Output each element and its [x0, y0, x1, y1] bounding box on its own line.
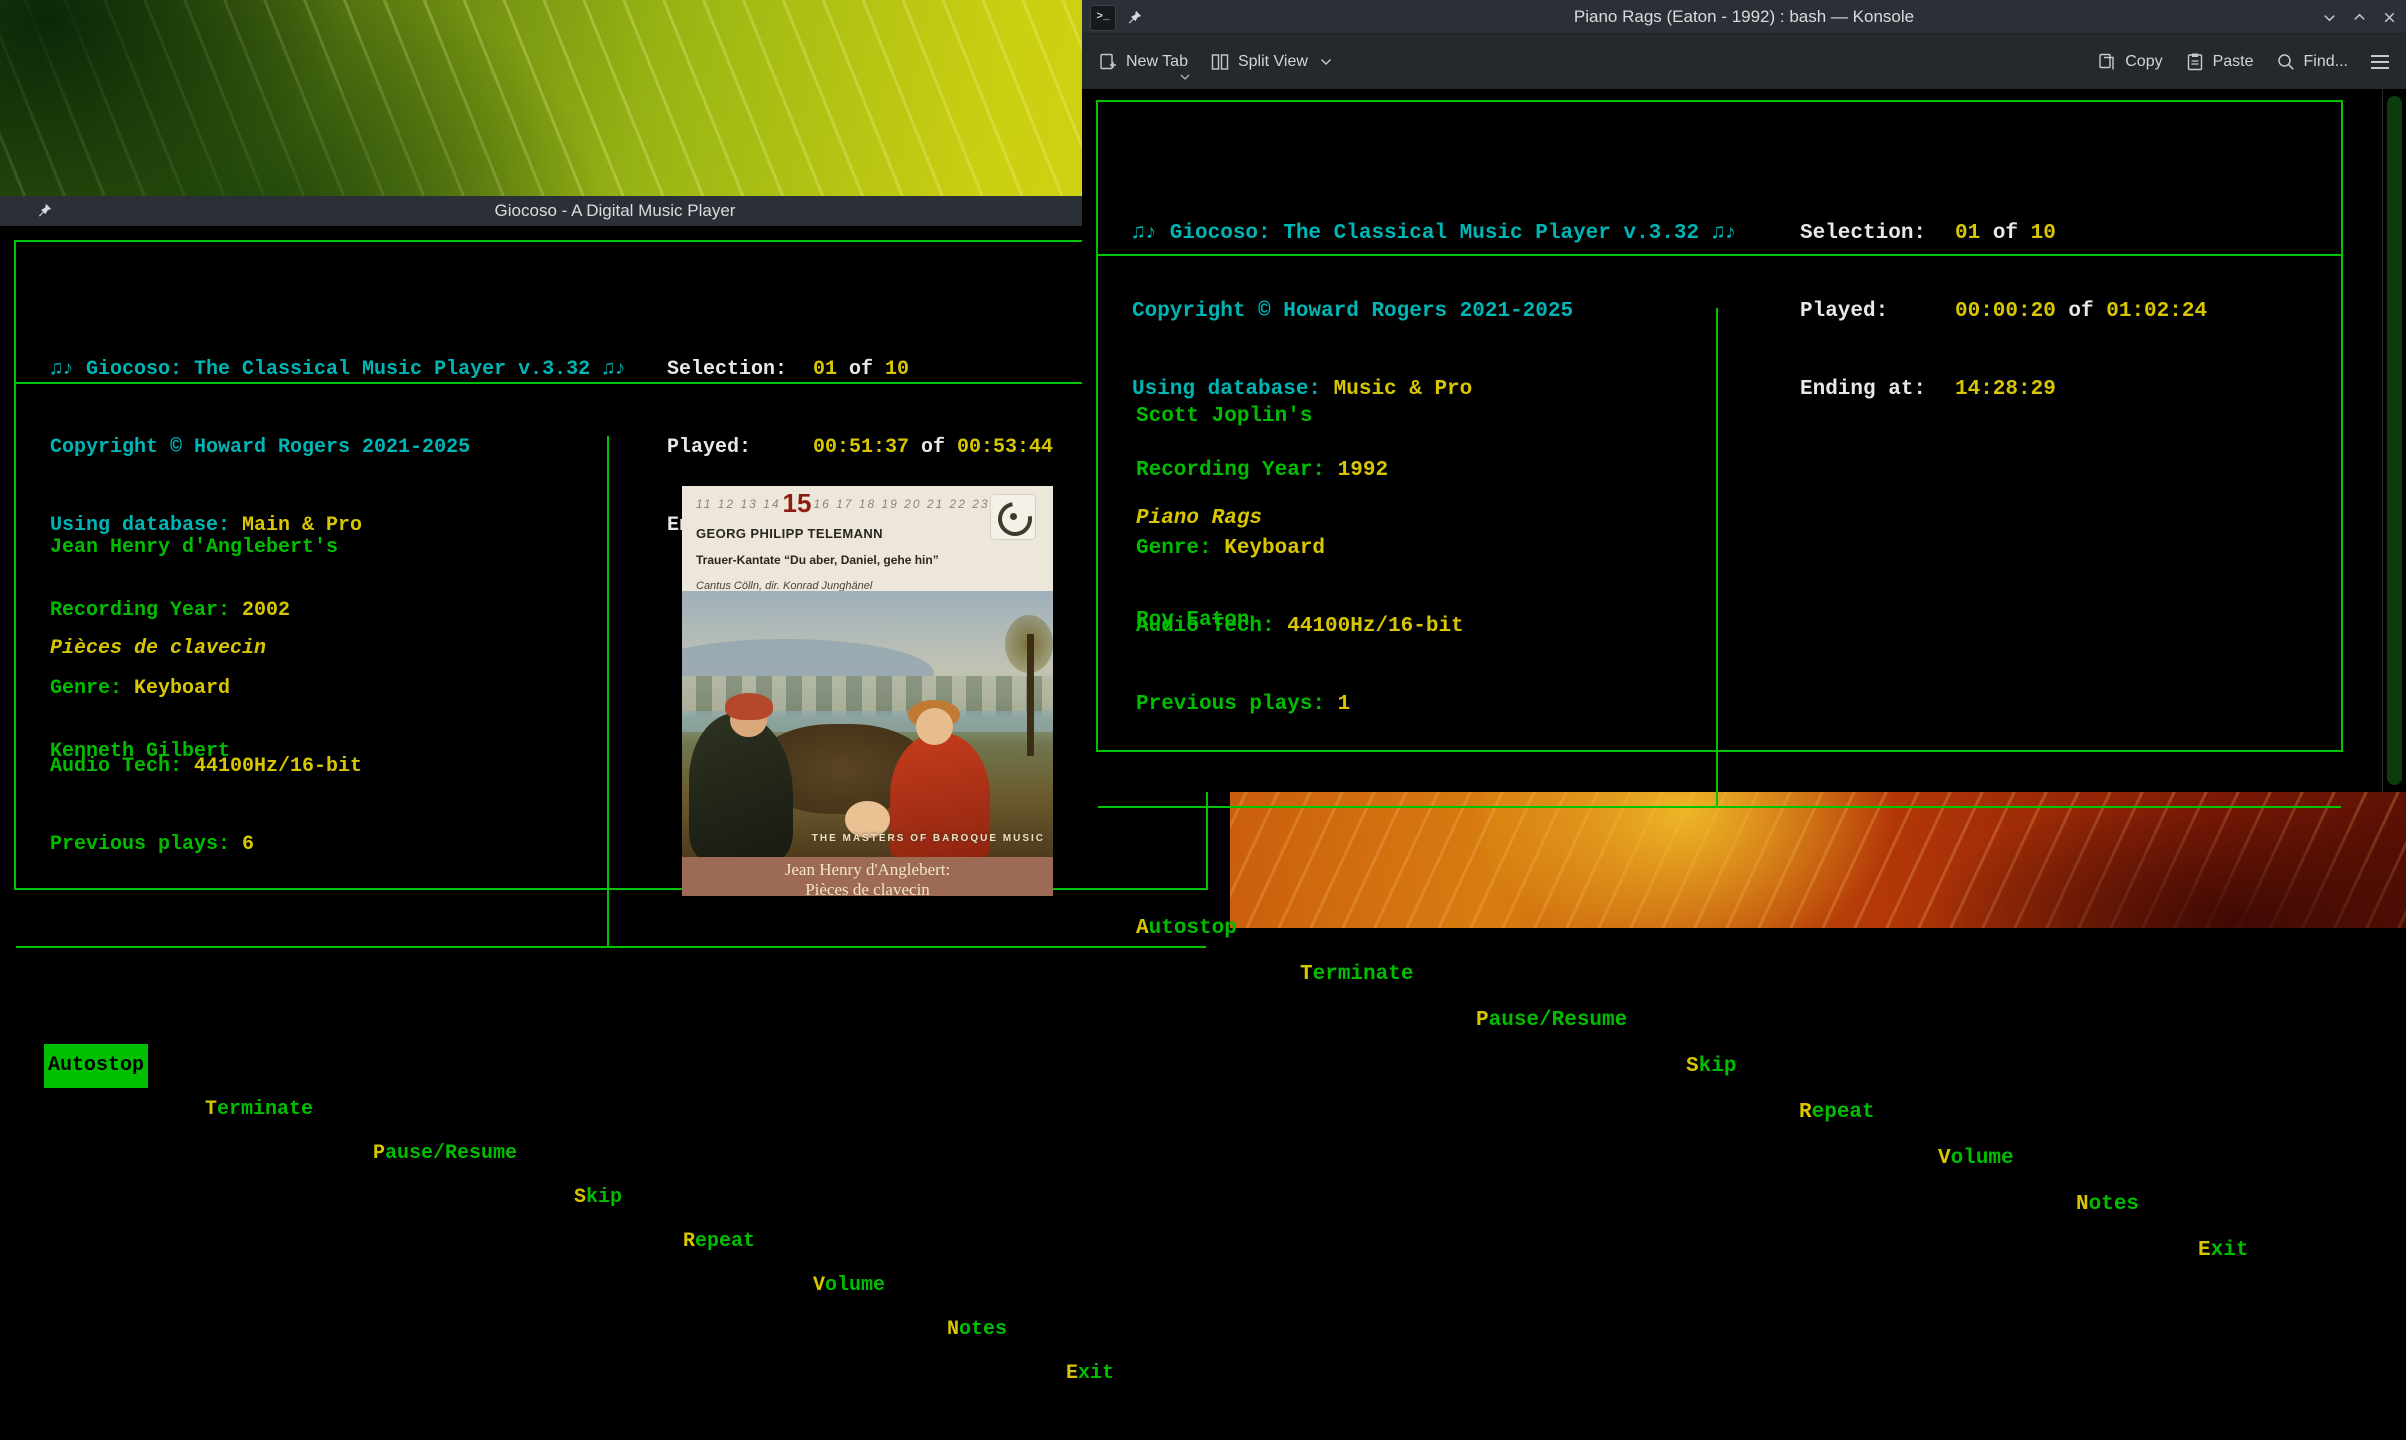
menu-item-terminate[interactable]: Terminate — [1300, 952, 1413, 998]
album-credits: GEORG PHILIPP TELEMANN Trauer-Kantate “D… — [682, 521, 1053, 591]
chevron-down-icon — [1180, 74, 1190, 81]
giocoso-content: Scott Joplin's Piano Rags Roy Eaton Reco… — [1098, 308, 2341, 808]
banner-line: ♫♪ Giocoso: The Classical Music Player v… — [1132, 221, 1737, 247]
giocoso-terminal[interactable]: ♫♪ Giocoso: The Classical Music Player v… — [0, 226, 1230, 928]
banner-line: ♫♪ Giocoso: The Classical Music Player v… — [50, 357, 626, 383]
menu-item-repeat[interactable]: Repeat — [683, 1220, 755, 1264]
giocoso-frame: ♫♪ Giocoso: The Classical Music Player v… — [14, 240, 1208, 890]
menu-item-pause-resume[interactable]: Pause/Resume — [1476, 998, 1627, 1044]
giocoso-header: ♫♪ Giocoso: The Classical Music Player v… — [1098, 154, 2341, 256]
window-title: Giocoso - A Digital Music Player — [0, 201, 1230, 221]
album-art: 11 12 13 141516 17 18 19 20 21 22 23 24 … — [682, 486, 1053, 896]
close-button[interactable] — [2381, 9, 2398, 26]
meta-row: Recording Year: 2002 — [50, 598, 362, 624]
harmonia-mundi-logo — [991, 495, 1035, 539]
menu-item-exit[interactable]: Exit — [1066, 1352, 1114, 1396]
giocoso-menu-bar: Autostop Terminate Pause/Resume Skip Rep… — [16, 1000, 1206, 1044]
menu-item-pause-resume[interactable]: Pause/Resume — [373, 1132, 517, 1176]
meta-row: Audio Tech: 44100Hz/16-bit — [1136, 614, 1464, 640]
konsole-window: >_ Piano Rags (Eaton - 1992) : bash — Ko… — [1082, 0, 2406, 792]
giocoso-titlebar[interactable]: Giocoso - A Digital Music Player — [0, 196, 1230, 226]
meta-row: Genre: Keyboard — [50, 676, 362, 702]
search-icon — [2276, 52, 2296, 72]
menu-item-notes[interactable]: Notes — [2076, 1182, 2139, 1228]
pin-icon[interactable] — [1126, 9, 1143, 26]
meta-row: Genre: Keyboard — [1136, 536, 1464, 562]
menu-item-volume[interactable]: Volume — [1938, 1136, 2014, 1182]
hamburger-icon — [2370, 54, 2390, 70]
new-tab-icon — [1098, 52, 1118, 72]
menu-item-autostop[interactable]: Autostop — [1136, 906, 1237, 952]
chevron-down-icon — [1320, 58, 1332, 66]
maximize-button[interactable] — [2351, 9, 2368, 26]
konsole-app-icon: >_ — [1090, 5, 1116, 31]
scrollbar-track — [2382, 89, 2406, 792]
meta-row: Recording Year: 1992 — [1136, 458, 1464, 484]
menu-item-exit[interactable]: Exit — [2198, 1228, 2248, 1274]
pin-icon[interactable] — [36, 202, 53, 219]
meta-row: Previous plays: 1 — [1136, 692, 1464, 718]
konsole-titlebar[interactable]: >_ Piano Rags (Eaton - 1992) : bash — Ko… — [1082, 0, 2406, 34]
copy-button[interactable]: Copy — [2097, 52, 2162, 72]
konsole-toolbar: New Tab Split View Copy Paste Find... — [1082, 34, 2406, 89]
find-button[interactable]: Find... — [2276, 52, 2348, 72]
minimize-button[interactable] — [2321, 9, 2338, 26]
now-playing-panel: Jean Henry d'Anglebert's Pièces de clave… — [16, 436, 609, 946]
hamburger-menu-button[interactable] — [2370, 54, 2390, 70]
giocoso-frame: ♫♪ Giocoso: The Classical Music Player v… — [1096, 100, 2343, 752]
album-series-text: THE MASTERS OF BAROQUE MUSIC — [812, 826, 1045, 852]
recording-meta: Recording Year: 1992 Genre: Keyboard Aud… — [1136, 406, 1464, 770]
album-art-panel-empty — [1718, 308, 2341, 806]
status-row-selection: Selection:01 of 10 — [667, 357, 1053, 383]
paste-icon — [2185, 52, 2205, 72]
copy-icon — [2097, 52, 2117, 72]
recording-meta: Recording Year: 2002 Genre: Keyboard Aud… — [50, 546, 362, 910]
meta-row: Previous plays: 6 — [50, 832, 362, 858]
new-tab-button[interactable]: New Tab — [1098, 52, 1188, 72]
album-work1: Trauer-Kantate “Du aber, Daniel, gehe hi… — [696, 547, 1053, 573]
window-title: Piano Rags (Eaton - 1992) : bash — Konso… — [1082, 7, 2406, 27]
giocoso-header: ♫♪ Giocoso: The Classical Music Player v… — [16, 294, 1206, 384]
menu-item-skip[interactable]: Skip — [1686, 1044, 1736, 1090]
scrollbar-thumb[interactable] — [2387, 96, 2402, 785]
paste-button[interactable]: Paste — [2185, 52, 2254, 72]
konsole-terminal[interactable]: ♫♪ Giocoso: The Classical Music Player v… — [1082, 89, 2406, 792]
menu-item-skip[interactable]: Skip — [574, 1176, 622, 1220]
menu-item-autostop[interactable]: Autostop — [44, 1044, 148, 1088]
album-painting: harmoniamundi THE MASTERS OF BAROQUE MUS… — [682, 591, 1053, 857]
album-caption: Jean Henry d'Anglebert: Pièces de clavec… — [682, 857, 1053, 896]
split-view-button[interactable]: Split View — [1210, 52, 1332, 72]
now-playing-panel: Scott Joplin's Piano Rags Roy Eaton Reco… — [1098, 308, 1718, 806]
status-row-selection: Selection:01 of 10 — [1800, 221, 2207, 247]
giocoso-content: Jean Henry d'Anglebert's Pièces de clave… — [16, 436, 1206, 948]
split-view-icon — [1210, 52, 1230, 72]
menu-item-volume[interactable]: Volume — [813, 1264, 885, 1308]
giocoso-menu-bar: Autostop Terminate Pause/Resume Skip Rep… — [1098, 860, 2341, 906]
menu-item-terminate[interactable]: Terminate — [205, 1088, 313, 1132]
giocoso-window: Giocoso - A Digital Music Player ♫♪ Gioc… — [0, 196, 1230, 928]
menu-item-repeat[interactable]: Repeat — [1799, 1090, 1875, 1136]
menu-item-notes[interactable]: Notes — [947, 1308, 1007, 1352]
meta-row: Audio Tech: 44100Hz/16-bit — [50, 754, 362, 780]
